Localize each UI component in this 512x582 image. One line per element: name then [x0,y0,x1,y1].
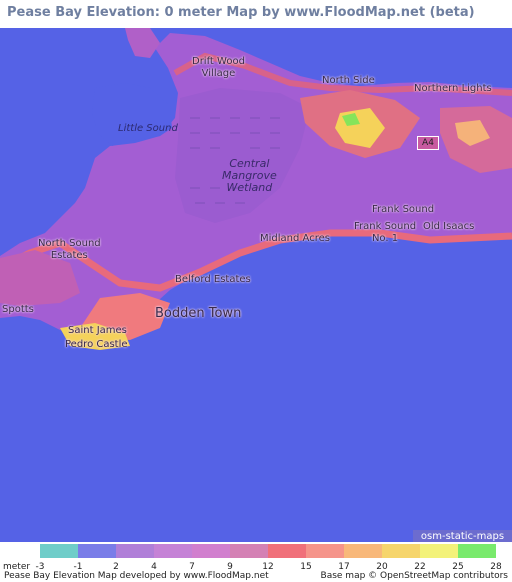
legend-swatch [154,544,192,558]
legend-label: 22 [414,562,426,572]
legend-swatch [40,544,78,558]
place-north-side: North Side [322,75,375,86]
legend-swatch [192,544,230,558]
legend-label: 17 [338,562,350,572]
legend-swatch [382,544,420,558]
legend-label: 7 [189,562,195,572]
elevation-legend: meter Pease Bay Elevation Map developed … [0,542,512,582]
place-drift-wood-village: Drift Wood Village [192,56,245,79]
place-northern-lights: Northern Lights [414,83,492,94]
legend-label: 4 [151,562,157,572]
legend-label: -3 [35,562,45,572]
legend-swatch [78,544,116,558]
legend-swatch [420,544,458,558]
map-canvas [0,28,512,542]
page-title: Pease Bay Elevation: 0 meter Map by www.… [7,5,475,20]
place-north-sound-estates: North Sound Estates [38,238,101,261]
legend-label: 2 [113,562,119,572]
footer-credit: Pease Bay Elevation Map developed by www… [4,571,269,581]
legend-swatch [268,544,306,558]
legend-label: 25 [452,562,464,572]
legend-swatch [458,544,496,558]
place-central-mangrove-wetland: Central Mangrove Wetland [222,157,277,194]
place-frank-sound: Frank Sound [372,204,435,215]
elevation-map[interactable]: Drift Wood Village North Side Northern Li… [0,28,512,542]
legend-label: 15 [300,562,312,572]
legend-swatch [344,544,382,558]
legend-swatch [306,544,344,558]
legend-label: -1 [73,562,83,572]
legend-label: 9 [227,562,233,572]
place-spotts: Spotts [2,304,34,315]
place-bodden-town: Bodden Town [155,306,242,321]
place-old-isaacs: Old Isaacs [423,221,475,232]
legend-label: 20 [376,562,388,572]
title-bar: Pease Bay Elevation: 0 meter Map by www.… [0,0,512,28]
legend-swatch [230,544,268,558]
legend-swatch [116,544,154,558]
place-frank-sound-no-1: Frank Sound No. 1 [354,221,417,244]
place-pedro-castle: Pedro Castle [65,339,128,350]
legend-label: 28 [490,562,502,572]
place-saint-james: Saint James [68,325,127,336]
footer-basemap-credit: Base map © OpenStreetMap contributors [320,571,508,581]
legend-label: 12 [262,562,274,572]
place-belford-estates: Belford Estates [175,274,251,285]
road-shield-a4: A4 [417,136,439,150]
place-little-sound: Little Sound [118,123,178,134]
place-midland-acres: Midland Acres [260,233,330,244]
